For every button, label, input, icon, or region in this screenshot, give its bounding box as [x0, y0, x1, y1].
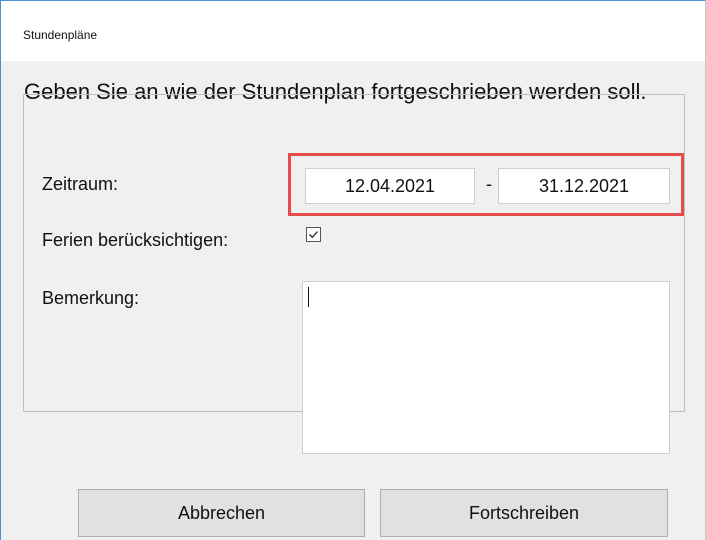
- cancel-button[interactable]: Abbrechen: [78, 489, 365, 537]
- title-bar: Stundenpläne: [1, 1, 705, 61]
- checkmark-icon: [309, 231, 318, 239]
- bemerkung-textarea[interactable]: [302, 281, 670, 454]
- bemerkung-label: Bemerkung:: [42, 288, 140, 308]
- zeitraum-label: Zeitraum:: [42, 174, 119, 194]
- highlight-box: [288, 153, 684, 216]
- text-caret: [308, 287, 309, 307]
- ferien-label: Ferien berücksichtigen:: [42, 230, 229, 250]
- fortschreiben-button[interactable]: Fortschreiben: [380, 489, 668, 537]
- window-title: Stundenpläne: [23, 28, 98, 42]
- ferien-checkbox[interactable]: [306, 227, 321, 242]
